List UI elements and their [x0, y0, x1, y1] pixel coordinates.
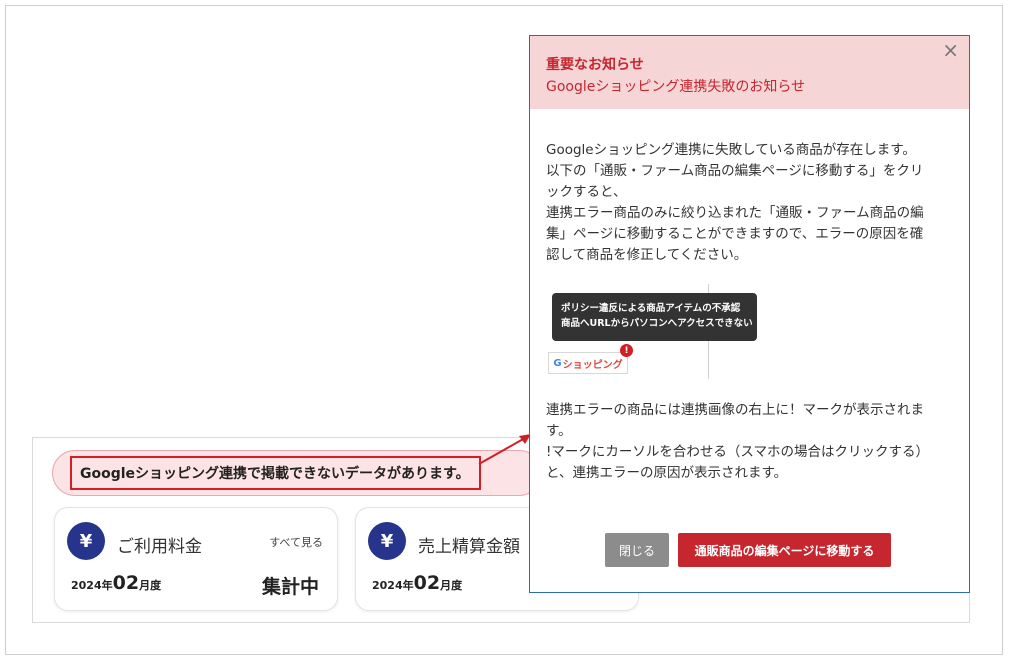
card-title: 売上精算金額	[418, 537, 520, 557]
modal-hint: 連携エラーの商品には連携画像の右上に！マークが表示されま す。 !マークにカーソ…	[546, 400, 956, 484]
hint-line: !マークにカーソルを合わせる（スマホの場合はクリックする）	[546, 444, 930, 460]
yen-icon: ¥	[368, 522, 406, 560]
period-year: 2024年	[372, 579, 414, 592]
period-month: 02	[413, 572, 441, 594]
modal-title: 重要なお知らせ	[546, 57, 644, 73]
error-badge-icon: !	[620, 344, 633, 357]
close-button[interactable]: 閉じる	[605, 533, 669, 567]
hint-line: す。	[546, 423, 572, 439]
card-status: 集計中	[261, 576, 319, 598]
period-month: 02	[112, 572, 140, 594]
card-title: ご利用料金	[117, 537, 202, 557]
close-icon[interactable]: ×	[942, 40, 959, 60]
go-to-edit-page-button[interactable]: 通販商品の編集ページに移動する	[678, 533, 891, 567]
callout-arrow-icon	[478, 434, 531, 465]
modal-header: 重要なお知らせ Googleショッピング連携失敗のお知らせ ×	[530, 36, 969, 109]
google-shopping-logo: G ショッピング	[548, 352, 628, 374]
view-all-link[interactable]: すべて見る	[269, 534, 323, 550]
period-suffix: 月度	[440, 579, 463, 592]
period-suffix: 月度	[139, 579, 162, 592]
error-tooltip: ポリシー違反による商品アイテムの不承認 商品へURLからパソコンへアクセスできな…	[552, 293, 757, 341]
description-line: 以下の「通販・ファーム商品の編集ページに移動する」をクリ	[546, 163, 924, 179]
tooltip-line: 商品へURLからパソコンへアクセスできない	[561, 318, 753, 329]
alert-banner-text[interactable]: Googleショッピング連携で掲載できないデータがあります。	[70, 456, 481, 490]
description-line: 連携エラー商品のみに絞り込まれた「通販・ファーム商品の編	[546, 205, 924, 221]
card-period: 2024年02月度	[71, 572, 161, 594]
hint-line: 連携エラーの商品には連携画像の右上に！マークが表示されま	[546, 402, 924, 418]
usage-fee-card[interactable]: ¥ ご利用料金 すべて見る 2024年02月度 集計中	[54, 507, 338, 611]
modal-subtitle: Googleショッピング連携失敗のお知らせ	[546, 79, 806, 95]
description-line: 集」ページに移動することができますので、エラーの原因を確	[546, 226, 924, 242]
description-line: ックすると、	[546, 184, 627, 200]
description-line: 認して商品を修正してください。	[546, 247, 748, 263]
hint-line: と、連携エラーの原因が表示されます。	[546, 465, 788, 481]
tooltip-line: ポリシー違反による商品アイテムの不承認	[561, 303, 741, 314]
yen-icon: ¥	[67, 522, 105, 560]
period-year: 2024年	[71, 579, 113, 592]
error-preview-image: G ショッピング ! ポリシー違反による商品アイテムの不承認 商品へURLからパソ…	[546, 284, 757, 379]
description-line: Googleショッピング連携に失敗している商品が存在します。	[546, 142, 916, 158]
card-period: 2024年02月度	[372, 572, 462, 594]
notice-modal: 重要なお知らせ Googleショッピング連携失敗のお知らせ × Googleショ…	[529, 35, 970, 593]
modal-description: Googleショッピング連携に失敗している商品が存在します。 以下の「通販・ファ…	[546, 140, 956, 266]
